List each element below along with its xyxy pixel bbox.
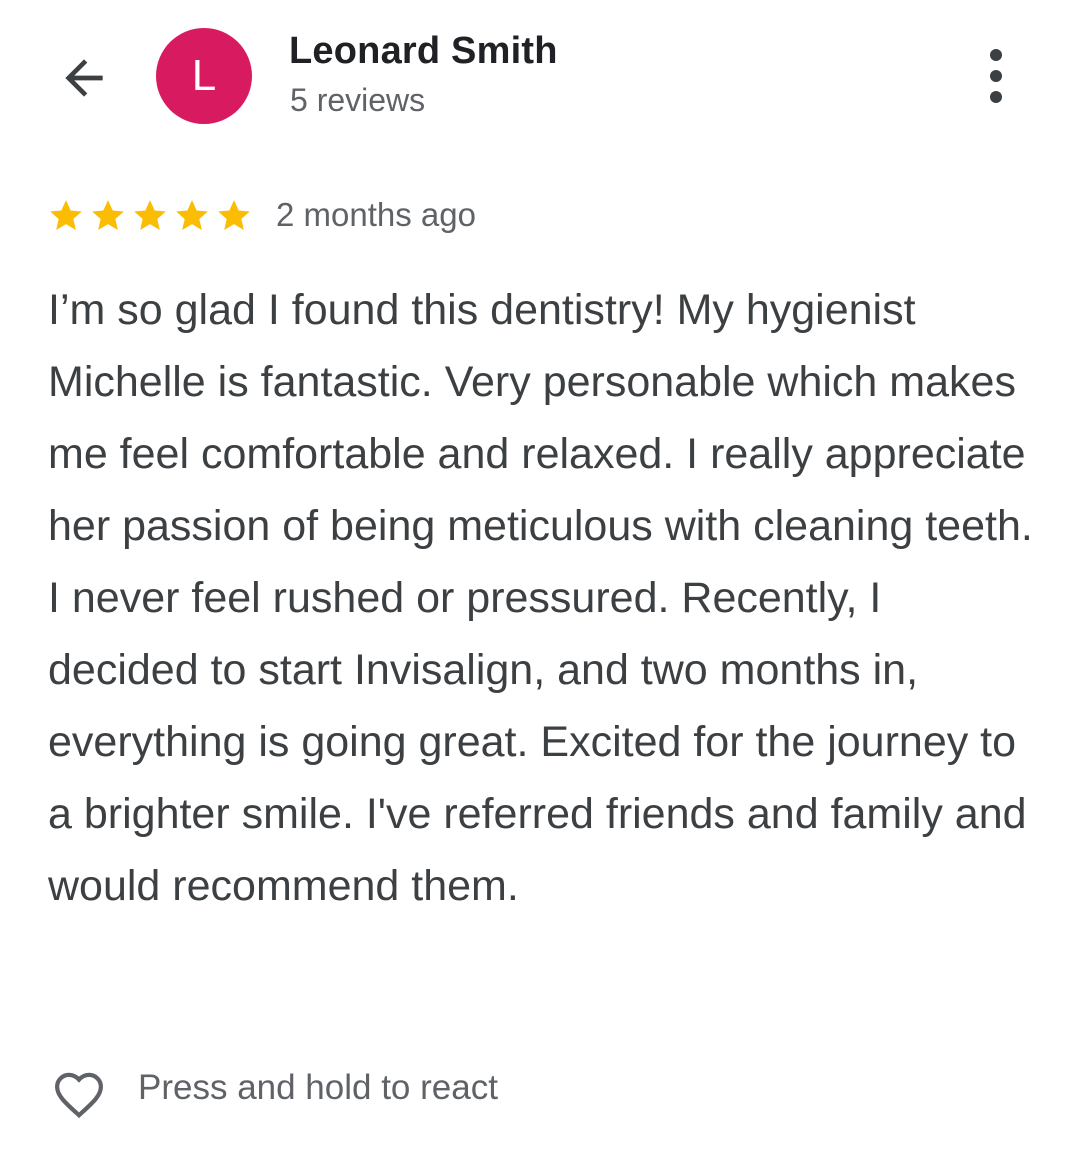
review-count: 5 reviews bbox=[290, 82, 426, 118]
star-icon bbox=[92, 200, 124, 230]
more-options-button[interactable] bbox=[968, 44, 1024, 108]
star-icon bbox=[176, 200, 208, 230]
star-icon bbox=[134, 200, 166, 230]
heart-outline-icon bbox=[55, 1072, 103, 1119]
star-icon bbox=[218, 200, 250, 230]
avatar[interactable]: L bbox=[156, 28, 252, 124]
react-hint: Press and hold to react bbox=[138, 1068, 498, 1107]
star-icon bbox=[50, 200, 82, 230]
review-date: 2 months ago bbox=[276, 196, 476, 233]
review-text: I’m so glad I found this dentistry! My h… bbox=[48, 286, 1033, 910]
react-button[interactable] bbox=[46, 1060, 112, 1122]
back-button[interactable] bbox=[52, 46, 116, 110]
star-rating bbox=[46, 196, 254, 236]
reviewer-name[interactable]: Leonard Smith bbox=[289, 30, 558, 73]
arrow-back-icon bbox=[65, 59, 103, 97]
more-vertical-icon bbox=[990, 49, 1002, 103]
avatar-initial: L bbox=[191, 51, 217, 100]
